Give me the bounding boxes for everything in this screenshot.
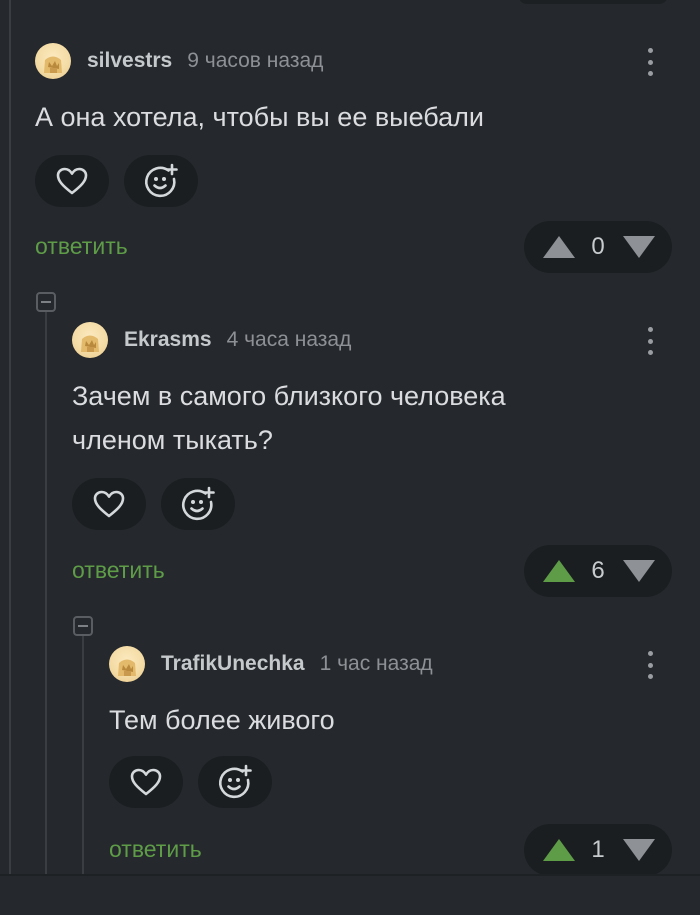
like-button[interactable]	[35, 155, 109, 207]
comment-header: Ekrasms 4 часа назад	[72, 322, 351, 358]
username[interactable]: silvestrs	[87, 49, 172, 73]
comment: Ekrasms 4 часа назад Зачем в самого близ…	[72, 322, 675, 597]
more-vertical-icon[interactable]	[640, 324, 660, 358]
arrow-down-icon[interactable]	[622, 559, 656, 583]
comment-header: TrafikUnechka 1 час назад	[109, 646, 433, 682]
comment-text-line: Зачем в самого близкого человека	[72, 381, 506, 411]
heart-icon	[93, 490, 125, 518]
comment-text: Зачем в самого близкого человека членом …	[72, 374, 506, 462]
comment-header: silvestrs 9 часов назад	[35, 43, 323, 79]
comment-time: 1 час назад	[319, 652, 433, 675]
vote-control: 6	[524, 545, 672, 597]
reply-link[interactable]: ответить	[35, 233, 128, 260]
collapse-thread-button[interactable]	[36, 292, 56, 312]
like-button[interactable]	[109, 756, 183, 808]
arrow-down-icon[interactable]	[622, 838, 656, 862]
user-avatar[interactable]	[109, 646, 145, 682]
add-reaction-button[interactable]	[161, 478, 235, 530]
more-vertical-icon[interactable]	[640, 45, 660, 79]
reply-link[interactable]: ответить	[72, 557, 165, 584]
heart-icon	[56, 167, 88, 195]
reply-link[interactable]: ответить	[109, 836, 202, 863]
comment-text-line: А она хотела, чтобы вы ее выебали	[35, 102, 484, 132]
comment: silvestrs 9 часов назад А она хотела, чт…	[35, 43, 675, 273]
thread-line-level-1	[45, 312, 47, 874]
arrow-up-icon[interactable]	[542, 559, 576, 583]
arrow-down-icon[interactable]	[622, 235, 656, 259]
user-avatar[interactable]	[72, 322, 108, 358]
heart-icon	[130, 768, 162, 796]
comment-text: Тем более живого	[109, 698, 335, 742]
arrow-up-icon[interactable]	[542, 838, 576, 862]
username[interactable]: TrafikUnechka	[161, 652, 305, 676]
comment-text-line: членом тыкать?	[72, 425, 273, 455]
more-vertical-icon[interactable]	[640, 648, 660, 682]
comment-time: 9 часов назад	[187, 49, 324, 72]
thread-line-level-0	[9, 0, 11, 874]
comment: TrafikUnechka 1 час назад Тем более живо…	[109, 646, 675, 876]
username[interactable]: Ekrasms	[124, 328, 212, 352]
user-avatar[interactable]	[35, 43, 71, 79]
add-emoji-icon	[144, 163, 178, 198]
footer-area	[0, 876, 700, 915]
vote-control: 0	[524, 221, 672, 273]
rating-count: 0	[591, 233, 605, 260]
add-emoji-icon	[181, 486, 215, 521]
add-emoji-icon	[218, 764, 252, 799]
thread-line-level-2	[82, 636, 84, 874]
previous-vote-block-edge	[518, 0, 668, 4]
like-button[interactable]	[72, 478, 146, 530]
comment-text-line: Тем более живого	[109, 705, 335, 735]
rating-count: 6	[591, 557, 605, 584]
comment-text: А она хотела, чтобы вы ее выебали	[35, 95, 484, 139]
collapse-thread-button[interactable]	[73, 616, 93, 636]
comment-time: 4 часа назад	[226, 328, 352, 351]
rating-count: 1	[591, 836, 605, 863]
vote-control: 1	[524, 824, 672, 876]
arrow-up-icon[interactable]	[542, 235, 576, 259]
add-reaction-button[interactable]	[198, 756, 272, 808]
add-reaction-button[interactable]	[124, 155, 198, 207]
